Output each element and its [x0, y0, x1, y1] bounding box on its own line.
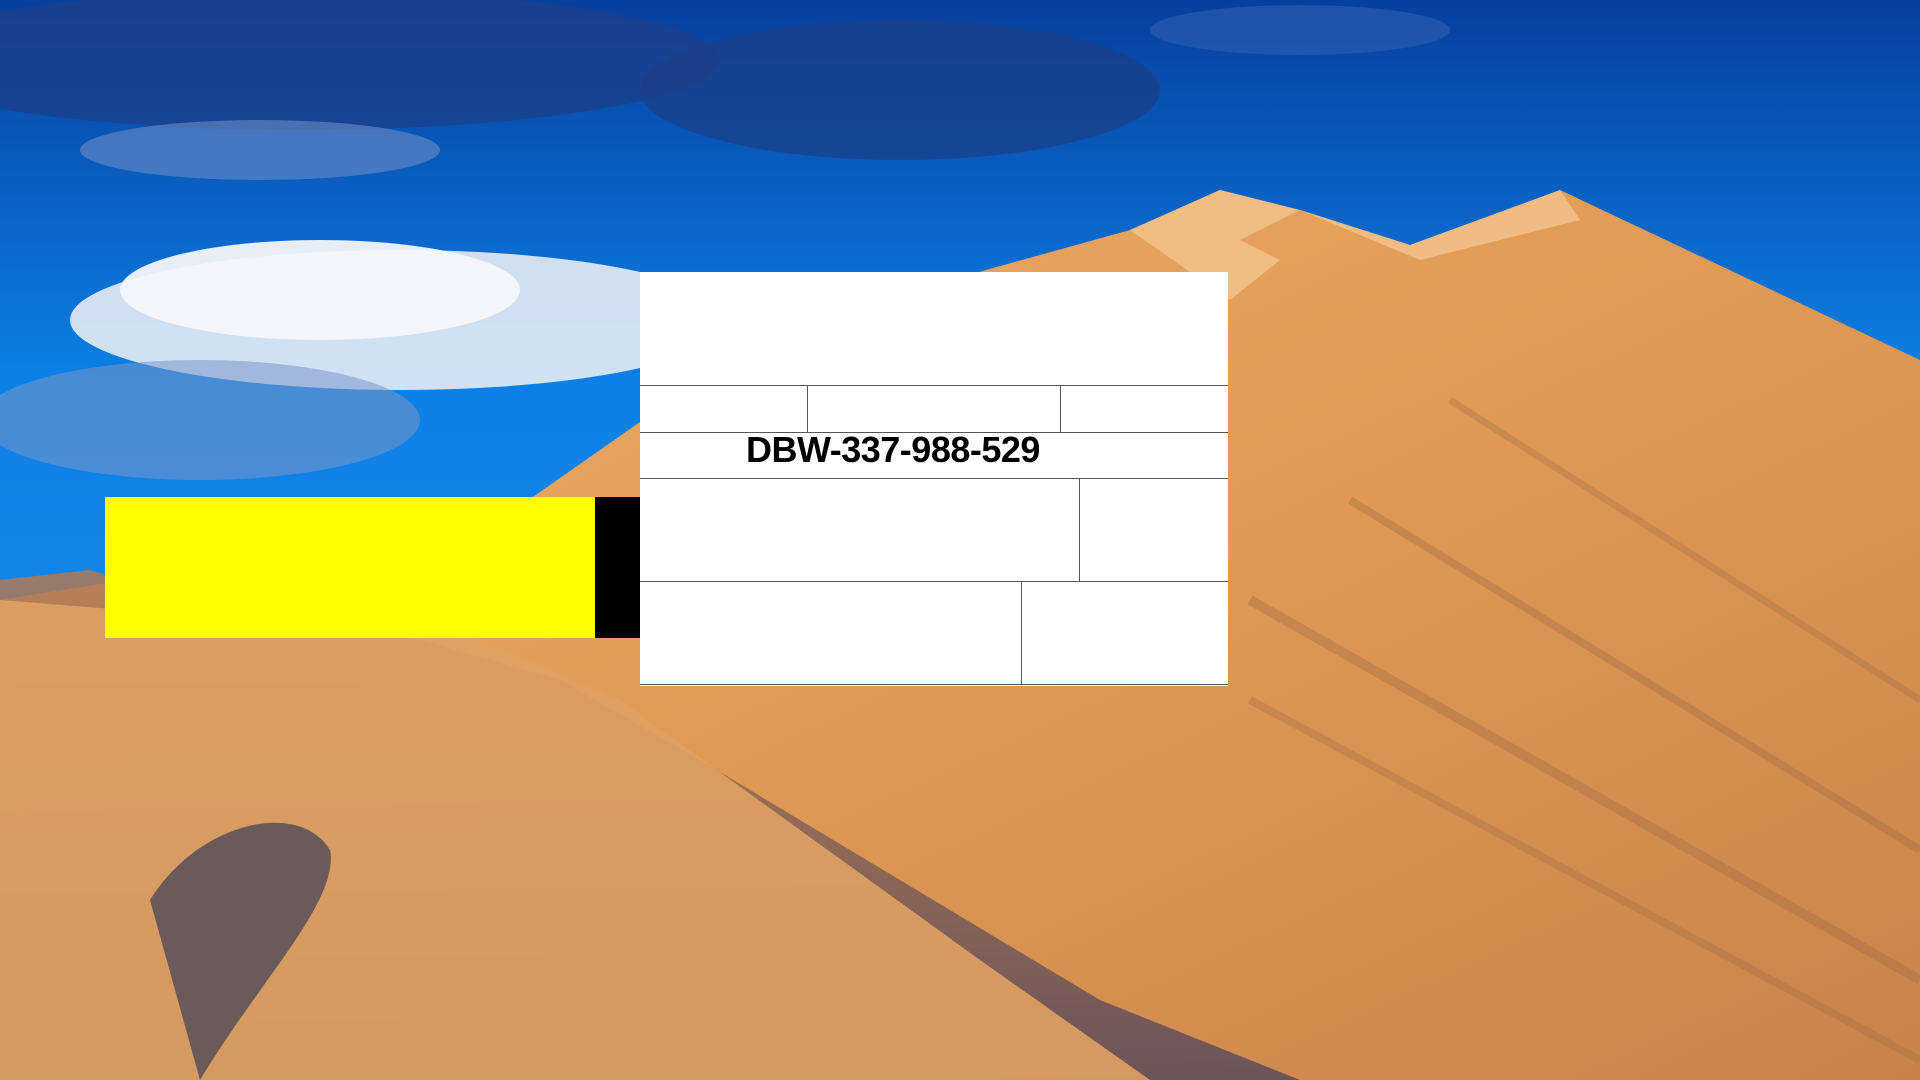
form-panel: DBW-337-988-529 — [640, 272, 1228, 686]
form-cell-row5-b — [1022, 582, 1228, 685]
form-cell-row2-b — [808, 386, 1060, 432]
form-header-cell — [640, 272, 1228, 385]
black-overlay-block — [595, 497, 641, 638]
desktop: DBW-337-988-529 — [0, 0, 1920, 1080]
form-cell-row4-b — [1080, 479, 1228, 581]
confirmation-code: DBW-337-988-529 — [746, 429, 1040, 470]
form-cell-row2-a — [640, 386, 807, 432]
yellow-overlay-block — [105, 497, 596, 638]
form-cell-row5-a — [640, 582, 1021, 685]
form-cell-row2-c — [1061, 386, 1228, 432]
form-cell-row4-a — [640, 479, 1079, 581]
form-divider — [640, 684, 1228, 685]
